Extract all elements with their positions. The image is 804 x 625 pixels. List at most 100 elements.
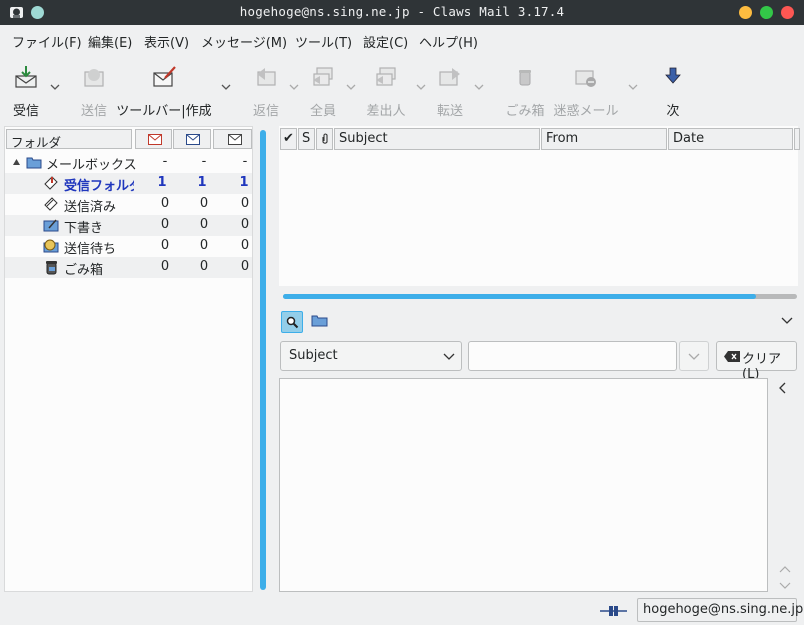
progress-fill bbox=[283, 294, 756, 299]
total-column-header[interactable] bbox=[213, 129, 252, 149]
new-mail-icon bbox=[148, 134, 162, 145]
window-titlebar: hogehoge@ns.sing.ne.jp - Claws Mail 3.17… bbox=[0, 0, 804, 25]
from-column-header[interactable]: From bbox=[541, 128, 667, 150]
unread-column-header[interactable] bbox=[173, 129, 211, 149]
expand-arrow-icon[interactable] bbox=[13, 159, 20, 165]
scroll-down-icon[interactable] bbox=[779, 582, 791, 590]
from-column-label: From bbox=[546, 131, 579, 146]
subject-column-header[interactable]: Subject bbox=[334, 128, 540, 150]
receive-dropdown-icon[interactable] bbox=[50, 83, 60, 91]
reply-all-button[interactable]: 全員 bbox=[305, 60, 341, 119]
folder-row-inbox[interactable]: 受信フォルダ 1 1 1 bbox=[5, 173, 252, 194]
forward-button[interactable]: 転送 bbox=[432, 60, 468, 119]
folder-new-count: 0 bbox=[160, 238, 170, 253]
mark-column-header[interactable]: ✔ bbox=[280, 128, 297, 150]
extra-column-header[interactable] bbox=[794, 128, 800, 150]
window-title: hogehoge@ns.sing.ne.jp - Claws Mail 3.17… bbox=[239, 4, 565, 19]
spam-dropdown-icon[interactable] bbox=[628, 83, 638, 91]
folder-name: 受信フォルダ bbox=[64, 179, 134, 194]
maximize-button[interactable] bbox=[760, 6, 773, 19]
folder-unread-count: 0 bbox=[199, 196, 209, 211]
trash-folder-icon bbox=[46, 261, 57, 275]
new-column-header[interactable] bbox=[135, 129, 172, 149]
folder-row-drafts[interactable]: 下書き 0 0 0 bbox=[5, 215, 252, 236]
online-connection-icon[interactable] bbox=[600, 605, 627, 617]
reply-sender-icon bbox=[376, 67, 396, 86]
forward-dropdown-icon[interactable] bbox=[474, 83, 484, 91]
menu-message[interactable]: メッセージ(M) bbox=[201, 32, 287, 51]
menu-view[interactable]: 表示(V) bbox=[144, 32, 189, 51]
menu-edit[interactable]: 編集(E) bbox=[88, 32, 132, 51]
spam-label: 迷惑メール bbox=[553, 104, 619, 119]
folder-row-trash[interactable]: ごみ箱 0 0 0 bbox=[5, 257, 252, 278]
date-column-header[interactable]: Date bbox=[668, 128, 793, 150]
compose-dropdown-icon[interactable] bbox=[221, 83, 231, 91]
account-label: hogehoge@ns.sing.ne.jp bbox=[643, 602, 804, 617]
send-button[interactable]: 送信 bbox=[76, 60, 112, 119]
reply-sender-button[interactable]: 差出人 bbox=[364, 60, 408, 119]
reply-all-dropdown-icon[interactable] bbox=[346, 83, 356, 91]
folder-pane: フォルダ メールボックス - - - 受信フォルダ 1 1 1 送信済み 0 0… bbox=[4, 126, 253, 592]
reply-sender-dropdown-icon[interactable] bbox=[416, 83, 426, 91]
minimize-button[interactable] bbox=[739, 6, 752, 19]
folder-name: 送信済み bbox=[64, 200, 117, 215]
clear-icon bbox=[724, 351, 740, 362]
menu-settings[interactable]: 設定(C) bbox=[363, 32, 408, 51]
mailbox-folder-icon bbox=[26, 157, 42, 169]
main-toolbar: 受信 送信 ツールバー|作成 返信 全員 差出人 転送 ごみ箱 迷惑メール 次 bbox=[0, 56, 804, 119]
sent-folder-icon bbox=[44, 197, 58, 211]
folder-row-sent[interactable]: 送信済み 0 0 0 bbox=[5, 194, 252, 215]
folder-name: ごみ箱 bbox=[64, 263, 104, 278]
clear-search-label: クリア(L) bbox=[742, 352, 782, 382]
message-list[interactable]: ✔ S Subject From Date bbox=[279, 126, 800, 286]
close-button[interactable] bbox=[781, 6, 794, 19]
next-label: 次 bbox=[666, 104, 680, 119]
reply-button[interactable]: 返信 bbox=[248, 60, 284, 119]
subject-column-label: Subject bbox=[339, 131, 388, 146]
folder-total-count: - bbox=[242, 154, 248, 169]
inbox-folder-icon bbox=[44, 176, 58, 190]
receive-button[interactable]: 受信 bbox=[6, 60, 46, 119]
menubar: ファイル(F) 編集(E) 表示(V) メッセージ(M) ツール(T) 設定(C… bbox=[0, 27, 804, 53]
folder-new-count: 0 bbox=[160, 196, 170, 211]
status-column-header[interactable]: S bbox=[298, 128, 315, 150]
folder-total-count: 0 bbox=[240, 238, 250, 253]
search-folder-icon[interactable] bbox=[311, 313, 328, 327]
folder-row-mailbox[interactable]: メールボックス - - - bbox=[5, 152, 252, 173]
folder-column-header[interactable]: フォルダ bbox=[6, 129, 132, 150]
trash-button[interactable]: ごみ箱 bbox=[502, 60, 548, 119]
account-selector[interactable]: hogehoge@ns.sing.ne.jp bbox=[637, 598, 803, 622]
unread-mail-icon bbox=[186, 134, 200, 145]
message-view[interactable] bbox=[279, 378, 768, 592]
folder-unread-count: 0 bbox=[199, 238, 209, 253]
clear-search-button[interactable]: クリア(L) bbox=[716, 341, 797, 382]
menu-tools[interactable]: ツール(T) bbox=[295, 32, 352, 51]
chevron-down-icon[interactable] bbox=[781, 317, 793, 325]
compose-button[interactable]: ツールバー|作成 bbox=[116, 60, 212, 119]
search-type-value: Subject bbox=[289, 348, 338, 363]
next-button[interactable]: 次 bbox=[660, 60, 686, 119]
menu-file[interactable]: ファイル(F) bbox=[12, 32, 82, 51]
search-input[interactable] bbox=[468, 341, 677, 371]
quick-search-toggle-button[interactable] bbox=[281, 311, 303, 333]
search-type-select[interactable]: Subject bbox=[280, 341, 462, 371]
draft-folder-icon bbox=[43, 219, 59, 232]
folder-unread-count: 0 bbox=[199, 217, 209, 232]
folder-row-queue[interactable]: 送信待ち 0 0 0 bbox=[5, 236, 252, 257]
attachment-column-header[interactable] bbox=[316, 128, 333, 150]
reply-icon bbox=[257, 68, 276, 86]
folder-total-count: 0 bbox=[240, 259, 250, 274]
chevron-left-icon[interactable] bbox=[779, 382, 787, 394]
folder-new-count: 0 bbox=[160, 217, 170, 232]
folder-unread-count: - bbox=[201, 154, 207, 169]
reply-dropdown-icon[interactable] bbox=[289, 83, 299, 91]
scroll-up-icon[interactable] bbox=[779, 565, 791, 573]
chevron-down-icon bbox=[443, 353, 455, 360]
search-history-dropdown[interactable] bbox=[679, 341, 709, 371]
reply-label: 返信 bbox=[252, 104, 279, 119]
pane-splitter[interactable] bbox=[260, 130, 266, 590]
folder-new-count: 1 bbox=[157, 175, 167, 190]
spam-button[interactable]: 迷惑メール bbox=[553, 60, 619, 119]
reply-sender-label: 差出人 bbox=[366, 104, 406, 119]
menu-help[interactable]: ヘルプ(H) bbox=[419, 32, 478, 51]
